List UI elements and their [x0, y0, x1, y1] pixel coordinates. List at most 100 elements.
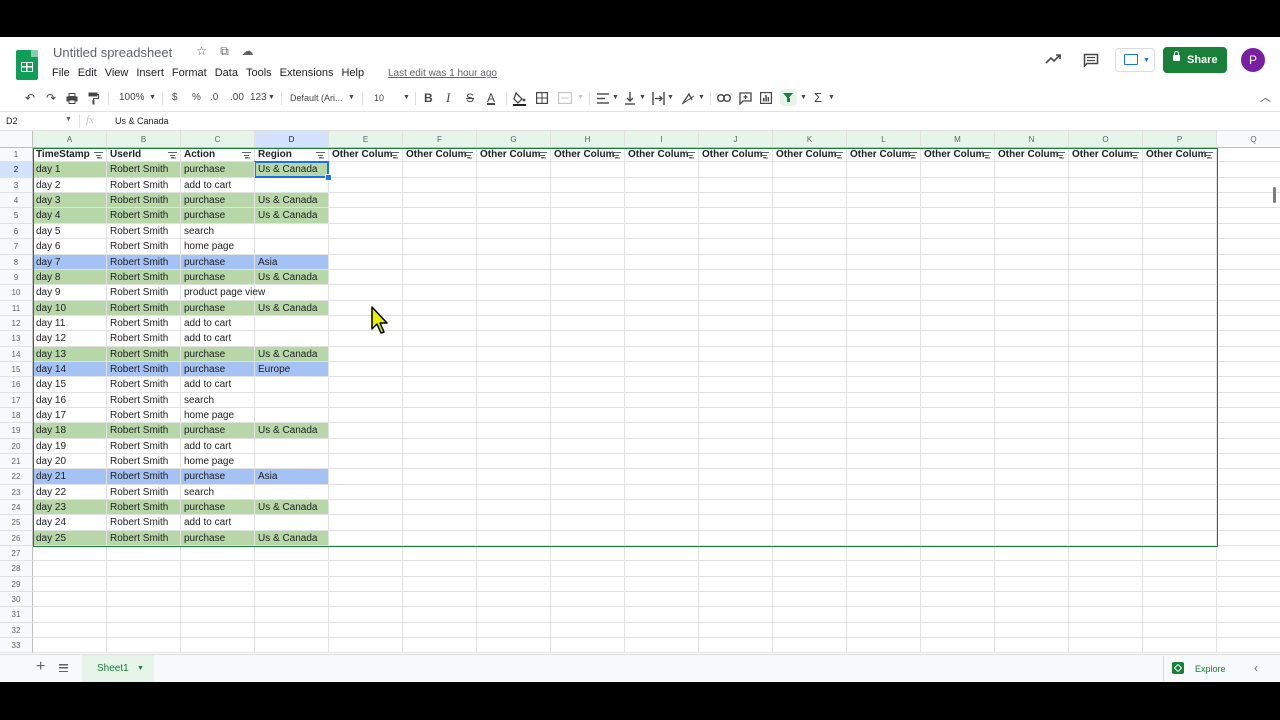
- empty-cell[interactable]: [1069, 408, 1143, 423]
- empty-cell[interactable]: [1143, 393, 1217, 408]
- data-cell[interactable]: home page: [181, 239, 255, 255]
- menu-file[interactable]: File: [52, 67, 78, 79]
- empty-cell[interactable]: [551, 301, 625, 316]
- empty-cell[interactable]: [403, 469, 477, 485]
- trend-icon[interactable]: [1045, 53, 1061, 65]
- empty-cell[interactable]: [995, 408, 1069, 423]
- empty-cell[interactable]: [329, 577, 403, 592]
- empty-cell[interactable]: [33, 638, 107, 653]
- data-cell[interactable]: purchase: [181, 469, 255, 485]
- empty-cell[interactable]: [921, 224, 995, 239]
- empty-cell[interactable]: [403, 485, 477, 500]
- empty-cell[interactable]: [403, 239, 477, 255]
- filter-button-icon[interactable]: [168, 152, 177, 158]
- data-cell[interactable]: [255, 178, 329, 193]
- empty-cell[interactable]: [255, 577, 329, 592]
- row-header[interactable]: 12: [0, 316, 33, 331]
- empty-cell[interactable]: [847, 592, 921, 607]
- empty-cell[interactable]: [625, 270, 699, 285]
- empty-cell[interactable]: [329, 638, 403, 653]
- empty-cell[interactable]: [625, 377, 699, 393]
- row-header[interactable]: 18: [0, 408, 33, 423]
- collapse-menus-icon[interactable]: ︿: [1260, 89, 1271, 105]
- empty-cell[interactable]: [921, 607, 995, 623]
- header-cell[interactable]: Region: [255, 148, 329, 162]
- empty-cell[interactable]: [477, 362, 551, 377]
- filter-button-icon[interactable]: [612, 152, 621, 158]
- data-cell[interactable]: Robert Smith: [107, 178, 181, 193]
- empty-cell[interactable]: [921, 162, 995, 178]
- empty-cell[interactable]: [773, 285, 847, 301]
- chevron-down-icon[interactable]: ▼: [639, 91, 646, 105]
- empty-cell[interactable]: [921, 423, 995, 439]
- empty-cell[interactable]: [847, 408, 921, 423]
- empty-cell[interactable]: [847, 469, 921, 485]
- header-cell[interactable]: Other Colum: [551, 148, 625, 162]
- data-cell[interactable]: [255, 285, 329, 301]
- empty-cell[interactable]: [1217, 239, 1280, 255]
- empty-cell[interactable]: [551, 285, 625, 301]
- header-cell[interactable]: Other Colum: [1143, 148, 1217, 162]
- empty-cell[interactable]: [699, 377, 773, 393]
- empty-cell[interactable]: [921, 347, 995, 362]
- filter-button-icon[interactable]: [464, 152, 473, 158]
- empty-cell[interactable]: [699, 546, 773, 561]
- empty-cell[interactable]: [625, 531, 699, 546]
- empty-cell[interactable]: [995, 485, 1069, 500]
- empty-cell[interactable]: [699, 423, 773, 439]
- empty-cell[interactable]: [477, 393, 551, 408]
- empty-cell[interactable]: [1069, 193, 1143, 208]
- data-cell[interactable]: day 19: [33, 439, 107, 454]
- empty-cell[interactable]: [995, 577, 1069, 592]
- row-header[interactable]: 22: [0, 469, 33, 485]
- empty-cell[interactable]: [1143, 439, 1217, 454]
- empty-cell[interactable]: [551, 423, 625, 439]
- empty-cell[interactable]: [995, 546, 1069, 561]
- data-cell[interactable]: purchase: [181, 362, 255, 377]
- empty-cell[interactable]: [847, 239, 921, 255]
- empty-cell[interactable]: [921, 439, 995, 454]
- empty-cell[interactable]: [1069, 592, 1143, 607]
- row-header[interactable]: 21: [0, 454, 33, 469]
- chevron-down-icon[interactable]: ▼: [828, 91, 835, 105]
- zoom-select[interactable]: 100%: [119, 91, 145, 105]
- empty-cell[interactable]: [847, 531, 921, 546]
- empty-cell[interactable]: [773, 270, 847, 285]
- empty-cell[interactable]: [625, 454, 699, 469]
- filter-button-icon[interactable]: [760, 152, 769, 158]
- empty-cell[interactable]: [847, 393, 921, 408]
- empty-cell[interactable]: [699, 561, 773, 577]
- row-header[interactable]: 24: [0, 500, 33, 515]
- empty-cell[interactable]: [477, 377, 551, 393]
- empty-cell[interactable]: [1069, 208, 1143, 224]
- borders-icon[interactable]: [536, 92, 548, 104]
- empty-cell[interactable]: [995, 255, 1069, 270]
- empty-cell[interactable]: [699, 638, 773, 653]
- empty-cell[interactable]: [995, 423, 1069, 439]
- data-cell[interactable]: product page view: [181, 285, 265, 301]
- empty-cell[interactable]: [255, 638, 329, 653]
- chevron-down-icon[interactable]: ▼: [348, 91, 355, 105]
- empty-cell[interactable]: [551, 270, 625, 285]
- data-cell[interactable]: Robert Smith: [107, 408, 181, 423]
- empty-cell[interactable]: [847, 347, 921, 362]
- empty-cell[interactable]: [107, 561, 181, 577]
- empty-cell[interactable]: [551, 224, 625, 239]
- empty-cell[interactable]: [699, 607, 773, 623]
- data-cell[interactable]: Us & Canada: [255, 500, 329, 515]
- empty-cell[interactable]: [773, 377, 847, 393]
- row-header[interactable]: 2: [0, 162, 33, 178]
- empty-cell[interactable]: [1217, 162, 1280, 178]
- empty-cell[interactable]: [403, 301, 477, 316]
- empty-cell[interactable]: [699, 577, 773, 592]
- empty-cell[interactable]: [625, 393, 699, 408]
- empty-cell[interactable]: [551, 531, 625, 546]
- print-icon[interactable]: [66, 93, 78, 104]
- empty-cell[interactable]: [329, 423, 403, 439]
- empty-cell[interactable]: [1143, 285, 1217, 301]
- empty-cell[interactable]: [625, 408, 699, 423]
- empty-cell[interactable]: [847, 285, 921, 301]
- empty-cell[interactable]: [403, 423, 477, 439]
- empty-cell[interactable]: [33, 577, 107, 592]
- empty-cell[interactable]: [1143, 577, 1217, 592]
